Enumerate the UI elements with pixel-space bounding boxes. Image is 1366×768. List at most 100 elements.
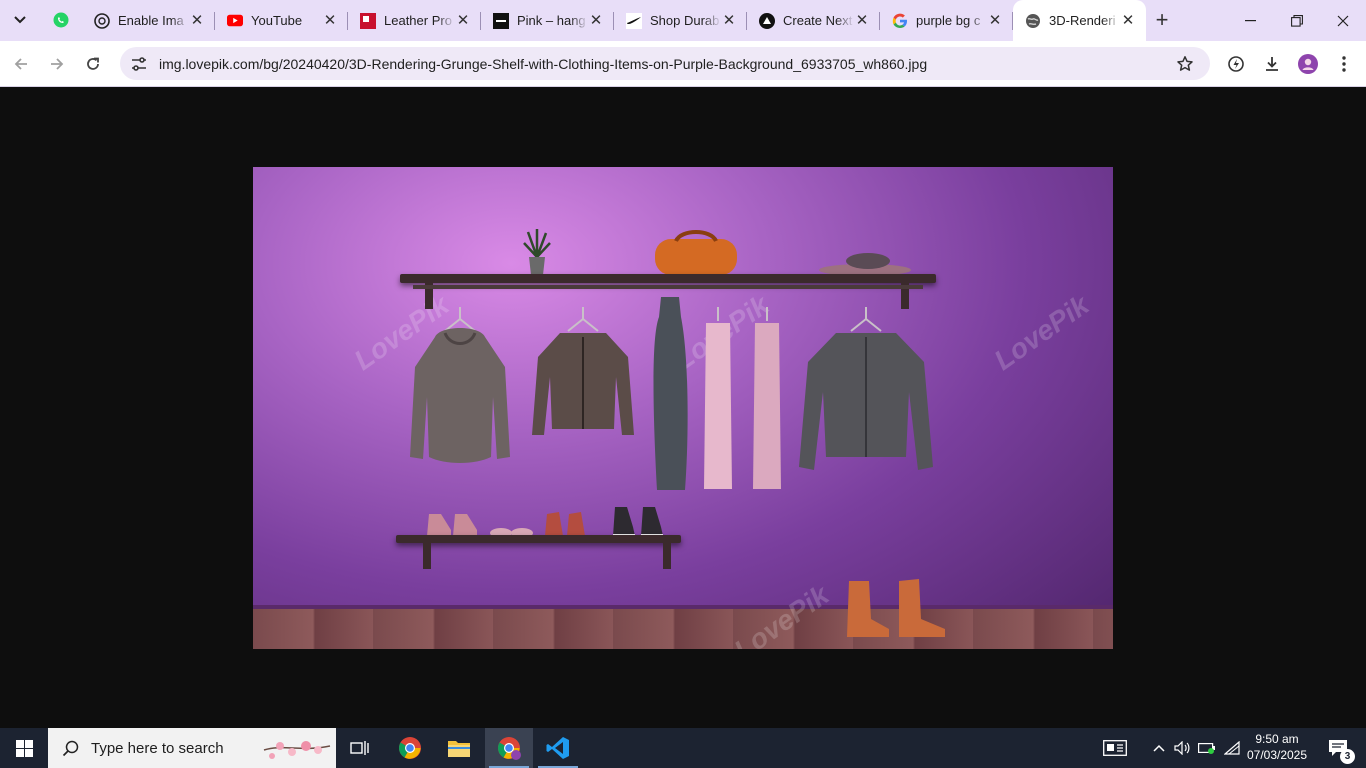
reload-button[interactable] [78, 49, 108, 79]
vscode-icon [546, 737, 569, 759]
watermark: LovePik [988, 289, 1095, 377]
top-shelf [400, 274, 936, 283]
close-icon[interactable]: ✕ [987, 12, 1003, 29]
close-icon[interactable]: ✕ [721, 12, 737, 29]
potted-plant [523, 229, 551, 275]
downloads-button[interactable] [1257, 49, 1287, 79]
close-icon[interactable]: ✕ [455, 12, 471, 29]
arrow-right-icon [51, 58, 64, 70]
bookmark-button[interactable] [1174, 53, 1196, 75]
close-icon[interactable]: ✕ [189, 12, 205, 29]
tab-create-next[interactable]: Create Next ✕ [747, 0, 880, 41]
red-loafers [545, 512, 585, 536]
tab-pink-hang[interactable]: Pink – hang ✕ [481, 0, 614, 41]
tray-volume[interactable] [1171, 728, 1193, 768]
tab-enable-image[interactable]: Enable Ima ✕ [82, 0, 215, 41]
task-view-icon [350, 741, 369, 755]
tab-leather-pro[interactable]: Leather Pro ✕ [348, 0, 481, 41]
orange-boots [847, 579, 945, 637]
battery-icon [1198, 743, 1215, 754]
globe-icon [1025, 13, 1041, 29]
avatar [1298, 54, 1318, 74]
performance-button[interactable] [1221, 49, 1251, 79]
back-button[interactable] [6, 49, 36, 79]
taskbar-chrome-profile[interactable] [485, 728, 533, 768]
tab-title: YouTube [251, 13, 303, 28]
tab-title: 3D-Renderi [1049, 13, 1116, 28]
tray-battery[interactable] [1196, 728, 1218, 768]
tab-search-button[interactable] [6, 6, 34, 34]
menu-button[interactable] [1329, 49, 1359, 79]
image-viewer: LovePik LovePik LovePik LovePik [0, 87, 1366, 728]
pink-overalls [704, 307, 732, 489]
tray-news[interactable] [1098, 728, 1132, 768]
whatsapp-icon [53, 12, 69, 28]
more-vertical-icon [1342, 56, 1346, 72]
chrome-icon [399, 737, 421, 759]
forward-button[interactable] [42, 49, 72, 79]
volume-icon [1174, 741, 1190, 755]
tab-list: Enable Ima ✕ YouTube ✕ Leather Pro ✕ Pin… [82, 0, 1146, 41]
tray-show-hidden[interactable] [1148, 728, 1170, 768]
tab-title: Create Next [783, 13, 853, 28]
google-icon [892, 13, 908, 29]
arrow-left-icon [14, 58, 27, 70]
taskbar-file-explorer[interactable] [435, 728, 483, 768]
chrome-icon [498, 737, 521, 760]
wooden-floor [253, 609, 1113, 649]
clock-time: 9:50 am [1255, 732, 1299, 746]
store-icon [360, 12, 376, 29]
pink-overalls [753, 307, 781, 489]
tab-shop-durable[interactable]: Shop Durab ✕ [614, 0, 747, 41]
tab-purple-bg[interactable]: purple bg c ✕ [880, 0, 1013, 41]
notification-center[interactable]: 3 [1318, 728, 1358, 768]
close-icon[interactable]: ✕ [588, 12, 604, 29]
tab-strip: Enable Ima ✕ YouTube ✕ Leather Pro ✕ Pin… [0, 0, 1366, 41]
tab-title: Shop Durab [650, 13, 720, 28]
displayed-image[interactable]: LovePik LovePik LovePik LovePik [253, 167, 1113, 649]
new-tab-button[interactable]: + [1148, 6, 1176, 34]
tab-youtube[interactable]: YouTube ✕ [215, 0, 348, 41]
pinned-tab-whatsapp[interactable] [44, 4, 78, 36]
star-icon [1177, 56, 1193, 71]
notification-badge: 3 [1340, 749, 1355, 764]
reload-icon [87, 57, 99, 70]
close-icon[interactable]: ✕ [322, 12, 338, 29]
close-icon [1337, 15, 1349, 26]
vercel-icon [759, 12, 775, 29]
profile-button[interactable] [1293, 49, 1323, 79]
taskbar-search[interactable]: Type here to search [48, 728, 336, 768]
tune-icon [132, 56, 146, 71]
taskbar-vscode[interactable] [534, 728, 582, 768]
pink-sneakers [427, 514, 477, 536]
restore-button[interactable] [1274, 0, 1320, 41]
close-window-button[interactable] [1320, 0, 1366, 41]
clock-date: 07/03/2025 [1246, 748, 1308, 762]
site-info-button[interactable] [122, 56, 156, 72]
black-sneakers [613, 507, 663, 538]
start-button[interactable] [0, 728, 48, 768]
task-view-button[interactable] [336, 728, 384, 768]
address-bar[interactable]: img.lovepik.com/bg/20240420/3D-Rendering… [120, 47, 1210, 80]
minimize-button[interactable] [1228, 0, 1274, 41]
system-clock[interactable]: 9:50 am 07/03/2025 [1240, 731, 1314, 763]
denim-jacket [799, 307, 933, 470]
close-icon[interactable]: ✕ [1120, 12, 1136, 29]
tab-title: Pink – hang [517, 13, 586, 28]
leather-jacket [532, 307, 634, 435]
orange-duffel-bag [655, 230, 737, 275]
search-icon [62, 740, 79, 756]
folded-hat [819, 253, 911, 276]
windows-icon [15, 739, 33, 757]
shelf-bracket [423, 543, 431, 569]
tab-3d-rendering[interactable]: 3D-Renderi ✕ [1013, 0, 1146, 41]
bottom-shelf [396, 535, 681, 543]
tab-title: purple bg c [916, 13, 981, 28]
close-icon[interactable]: ✕ [854, 12, 870, 29]
clothing-rail [413, 285, 923, 289]
wifi-icon [1224, 741, 1240, 755]
youtube-icon [227, 13, 243, 29]
taskbar-chrome[interactable] [386, 728, 434, 768]
windows-taskbar: Type here to search 9:50 am 07/03/2025 3 [0, 728, 1366, 768]
chevron-down-icon [14, 16, 26, 24]
